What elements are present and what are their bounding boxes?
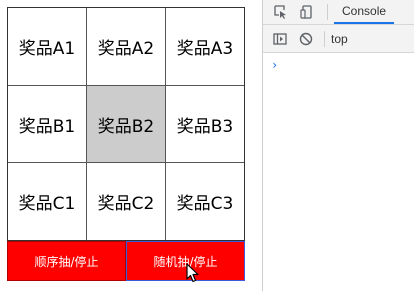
toolbar-divider (327, 4, 328, 20)
devtools-top-toolbar: Console (263, 0, 414, 25)
show-sidebar-icon[interactable] (272, 31, 288, 47)
prize-cell-c2: 奖品C2 (87, 163, 166, 240)
prize-cell-b1: 奖品B1 (8, 86, 87, 163)
devtools-panel: Console top › (262, 0, 414, 291)
prize-cell-c3: 奖品C3 (176, 194, 234, 214)
prize-cell-b3: 奖品B3 (166, 86, 244, 163)
prize-cell-c1: 奖品C1 (8, 163, 87, 240)
page: 奖品A1 奖品A2 奖品A3 奖品B1 奖品B2 奖品B3 奖品C1 奖品C2 … (0, 0, 414, 291)
clear-console-icon[interactable] (298, 31, 314, 47)
inspect-element-icon[interactable] (273, 4, 289, 20)
toolbar-divider-2 (324, 30, 325, 47)
console-prompt-icon[interactable]: › (271, 58, 278, 72)
device-toolbar-icon[interactable] (299, 4, 315, 20)
mouse-cursor-icon (186, 263, 199, 283)
execution-context-selector[interactable]: top (331, 32, 348, 46)
prize-cell-a3: 奖品A3 (166, 8, 244, 86)
tab-console[interactable]: Console (334, 0, 395, 24)
button-row: 顺序抽/停止 随机抽/停止 (7, 241, 245, 281)
sequential-draw-button[interactable]: 顺序抽/停止 (7, 241, 126, 281)
console-toolbar: top (263, 25, 414, 53)
prize-cell-a2: 奖品A2 (87, 8, 166, 86)
prize-cell-b2-highlighted: 奖品B2 (87, 86, 166, 163)
prize-grid: 奖品A1 奖品A2 奖品A3 奖品B1 奖品B2 奖品B3 奖品C1 奖品C2 … (7, 7, 245, 241)
prize-cell-a1: 奖品A1 (8, 8, 87, 86)
